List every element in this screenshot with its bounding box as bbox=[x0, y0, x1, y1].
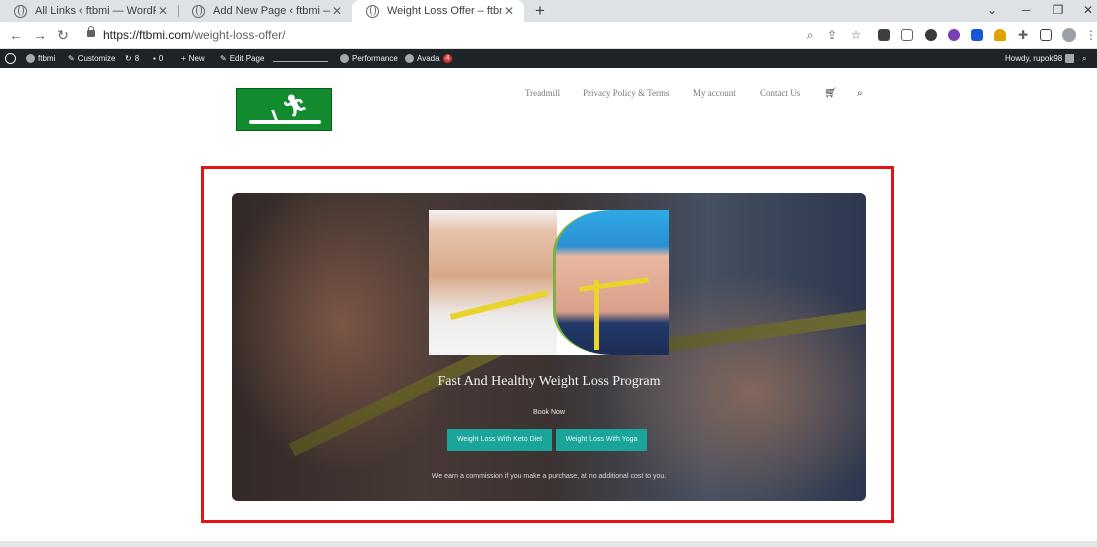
globe-icon bbox=[192, 4, 205, 18]
before-after-image bbox=[429, 210, 669, 355]
tab-weight-loss-offer[interactable]: Weight Loss Offer – ftbmi ✕ bbox=[352, 0, 524, 22]
hero-section: Fast And Healthy Weight Loss Program Boo… bbox=[232, 193, 866, 501]
bookmark-star-icon[interactable]: ☆ bbox=[849, 28, 863, 42]
globe-icon bbox=[14, 4, 27, 18]
admin-avada-label: Avada bbox=[417, 54, 440, 63]
admin-customize-label: Customize bbox=[77, 54, 116, 63]
admin-edit-page-label: Edit Page bbox=[229, 54, 265, 63]
profile-avatar[interactable] bbox=[1062, 28, 1076, 42]
home-icon bbox=[26, 54, 35, 63]
tab-add-new-page[interactable]: Add New Page ‹ ftbmi — WordPress ✕ bbox=[178, 0, 352, 22]
tab-title: Add New Page ‹ ftbmi — WordPress bbox=[213, 5, 330, 17]
admin-updates[interactable]: ↻ 8 bbox=[125, 49, 139, 68]
updates-icon: ↻ bbox=[125, 54, 132, 63]
nav-my-account[interactable]: My account bbox=[693, 88, 736, 98]
lock-icon bbox=[87, 26, 95, 37]
brush-icon: ✎ bbox=[68, 54, 75, 63]
admin-new-label: New bbox=[188, 54, 205, 63]
admin-search-icon[interactable]: ⌕ bbox=[1082, 49, 1086, 68]
tab-title: All Links ‹ ftbmi — WordPress bbox=[35, 5, 156, 17]
admin-site-label: ftbmi bbox=[38, 54, 56, 63]
pencil-icon: ✎ bbox=[220, 54, 227, 63]
admin-account[interactable]: Howdy, rupok98 bbox=[1005, 49, 1075, 68]
tab-close-icon[interactable]: ✕ bbox=[502, 4, 516, 18]
treadmill-belt-shape bbox=[249, 120, 321, 124]
site-logo[interactable]: 🏃︎ bbox=[236, 88, 332, 131]
measuring-tape-shape bbox=[594, 280, 599, 350]
admin-performance[interactable]: Performance bbox=[340, 49, 398, 68]
tab-close-icon[interactable]: ✕ bbox=[156, 4, 170, 18]
hero-title: Fast And Healthy Weight Loss Program bbox=[437, 374, 661, 389]
url-text: https://ftbmi.com/weight-loss-offer/ bbox=[103, 28, 286, 42]
plus-icon: + bbox=[181, 54, 186, 63]
admin-site-name[interactable]: ftbmi bbox=[26, 49, 55, 68]
keto-diet-button[interactable]: Weight Loss With Keto Diet bbox=[447, 429, 552, 451]
menu-dots-icon[interactable]: ⋮ bbox=[1084, 28, 1097, 42]
user-avatar-icon bbox=[1065, 54, 1075, 63]
admin-performance-label: Performance bbox=[352, 54, 398, 63]
performance-icon bbox=[340, 54, 349, 63]
tab-close-icon[interactable]: ✕ bbox=[330, 4, 344, 18]
admin-updates-count: 8 bbox=[134, 54, 140, 63]
reload-icon[interactable]: ↻ bbox=[53, 25, 73, 45]
tab-title: Weight Loss Offer – ftbmi bbox=[387, 5, 502, 17]
admin-avada[interactable]: Avada 4 bbox=[405, 49, 453, 68]
admin-edit-page[interactable]: ✎ Edit Page bbox=[220, 49, 264, 68]
extension-icon[interactable] bbox=[948, 29, 960, 41]
wordpress-logo-icon[interactable] bbox=[5, 49, 16, 68]
extension-icon[interactable] bbox=[994, 29, 1006, 41]
slim-waist-image bbox=[429, 210, 557, 355]
nav-privacy-policy[interactable]: Privacy Policy & Terms bbox=[583, 88, 669, 98]
puzzle-icon[interactable]: ✚ bbox=[1016, 28, 1030, 42]
tab-all-links[interactable]: All Links ‹ ftbmi — WordPress ✕ bbox=[0, 0, 178, 22]
avada-icon bbox=[405, 54, 414, 63]
nav-contact-us[interactable]: Contact Us bbox=[760, 88, 800, 98]
extension-icon[interactable] bbox=[971, 29, 983, 41]
page-bottom-edge bbox=[0, 541, 1097, 547]
extension-icon[interactable] bbox=[901, 29, 913, 41]
runner-icon: 🏃︎ bbox=[281, 93, 309, 118]
address-bar[interactable]: https://ftbmi.com/weight-loss-offer/ bbox=[78, 25, 878, 46]
url-path: /weight-loss-offer/ bbox=[191, 28, 286, 42]
tab-search-icon[interactable]: ⌄ bbox=[976, 0, 1008, 22]
admin-comments-count: 0 bbox=[158, 54, 164, 63]
side-panel-icon[interactable] bbox=[1040, 29, 1052, 41]
website: 🏃︎ Treadmill Privacy Policy & Terms My a… bbox=[0, 68, 1097, 547]
nav-treadmill[interactable]: Treadmill bbox=[525, 88, 560, 98]
admin-howdy: Howdy, rupok98 bbox=[1005, 54, 1063, 63]
admin-page-builder-toggle[interactable] bbox=[273, 49, 328, 68]
admin-new[interactable]: + New bbox=[181, 49, 205, 68]
extension-icon[interactable] bbox=[878, 29, 890, 41]
globe-icon bbox=[366, 4, 379, 18]
restore-button[interactable]: ❐ bbox=[1042, 0, 1074, 22]
forward-arrow-icon[interactable]: → bbox=[30, 25, 50, 45]
back-arrow-icon[interactable]: ← bbox=[6, 25, 26, 45]
wp-admin-bar: ftbmi ✎ Customize ↻ 8 ▪ 0 + New ✎ Edit Page P… bbox=[0, 49, 1097, 68]
comment-icon: ▪ bbox=[153, 54, 156, 63]
zoom-icon[interactable]: ⌕ bbox=[803, 28, 817, 42]
extension-icon[interactable] bbox=[925, 29, 937, 41]
url-host: https://ftbmi.com bbox=[103, 28, 192, 42]
window-close-button[interactable]: ✕ bbox=[1072, 0, 1097, 22]
book-now-text: Book Now bbox=[533, 409, 565, 416]
treadmill-handle-shape bbox=[271, 110, 278, 120]
admin-customize[interactable]: ✎ Customize bbox=[68, 49, 116, 68]
commission-disclaimer: We earn a commission if you make a purch… bbox=[431, 473, 667, 480]
yoga-button[interactable]: Weight Loss With Yoga bbox=[556, 429, 647, 451]
avada-badge: 4 bbox=[442, 54, 453, 63]
new-tab-button[interactable]: + bbox=[531, 0, 549, 22]
search-icon[interactable]: ⌕ bbox=[857, 88, 863, 99]
admin-comments[interactable]: ▪ 0 bbox=[153, 49, 163, 68]
browser-toolbar: ← → ↻ https://ftbmi.com/weight-loss-offe… bbox=[0, 22, 1097, 49]
browser-tab-strip: All Links ‹ ftbmi — WordPress ✕ Add New … bbox=[0, 0, 1097, 22]
cart-icon[interactable]: 🛒︎ bbox=[824, 88, 837, 99]
minimize-button[interactable]: ─ bbox=[1010, 0, 1042, 22]
share-icon[interactable]: ⇪ bbox=[825, 28, 839, 42]
